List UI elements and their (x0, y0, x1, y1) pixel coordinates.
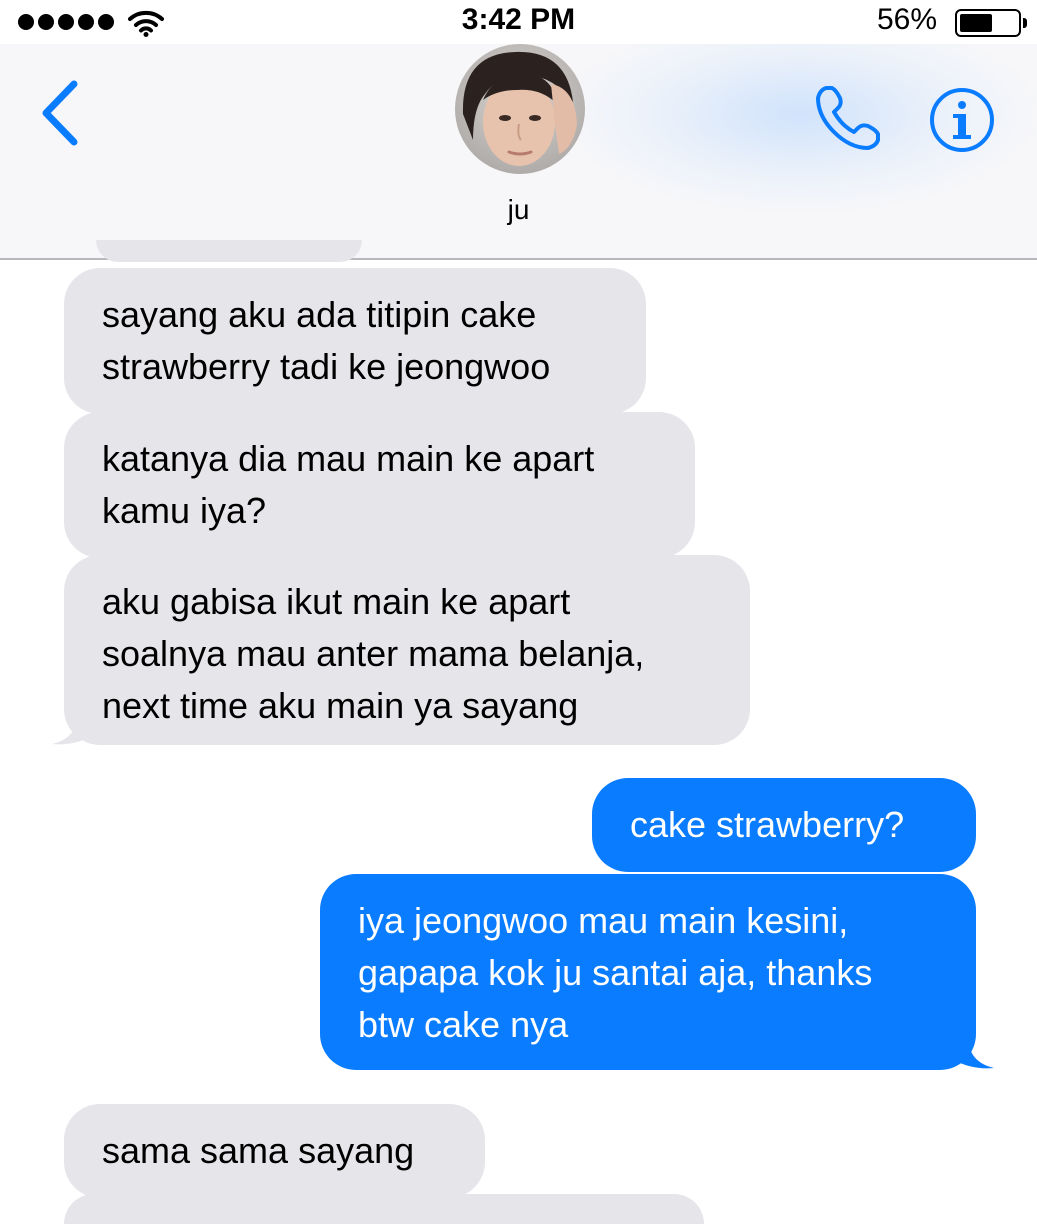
back-chevron-icon[interactable] (36, 78, 86, 148)
status-bar: 3:42 PM 56% (0, 0, 1037, 44)
battery-icon (955, 9, 1027, 37)
message-bubble-incoming[interactable]: sayang aku ada titipin cake strawberry t… (64, 268, 646, 414)
bubble-tail (52, 712, 92, 745)
previous-message-bubble (96, 240, 362, 262)
next-message-bubble (64, 1194, 704, 1224)
info-icon[interactable] (928, 86, 996, 154)
message-bubble-incoming[interactable]: katanya dia mau main ke apart kamu iya? (64, 412, 695, 558)
contact-name[interactable]: ju (0, 194, 1037, 226)
message-bubble-outgoing[interactable]: iya jeongwoo mau main kesini, gapapa kok… (320, 874, 976, 1070)
message-bubble-incoming[interactable]: sama sama sayang (64, 1104, 485, 1198)
conversation-header: ju (0, 44, 1037, 260)
phone-icon[interactable] (812, 82, 884, 154)
message-bubble-incoming[interactable]: aku gabisa ikut main ke apart soalnya ma… (64, 555, 750, 745)
message-bubble-outgoing[interactable]: cake strawberry? (592, 778, 976, 872)
bubble-tail (954, 1036, 994, 1069)
battery-percentage: 56% (876, 3, 937, 36)
avatar[interactable] (455, 44, 585, 174)
